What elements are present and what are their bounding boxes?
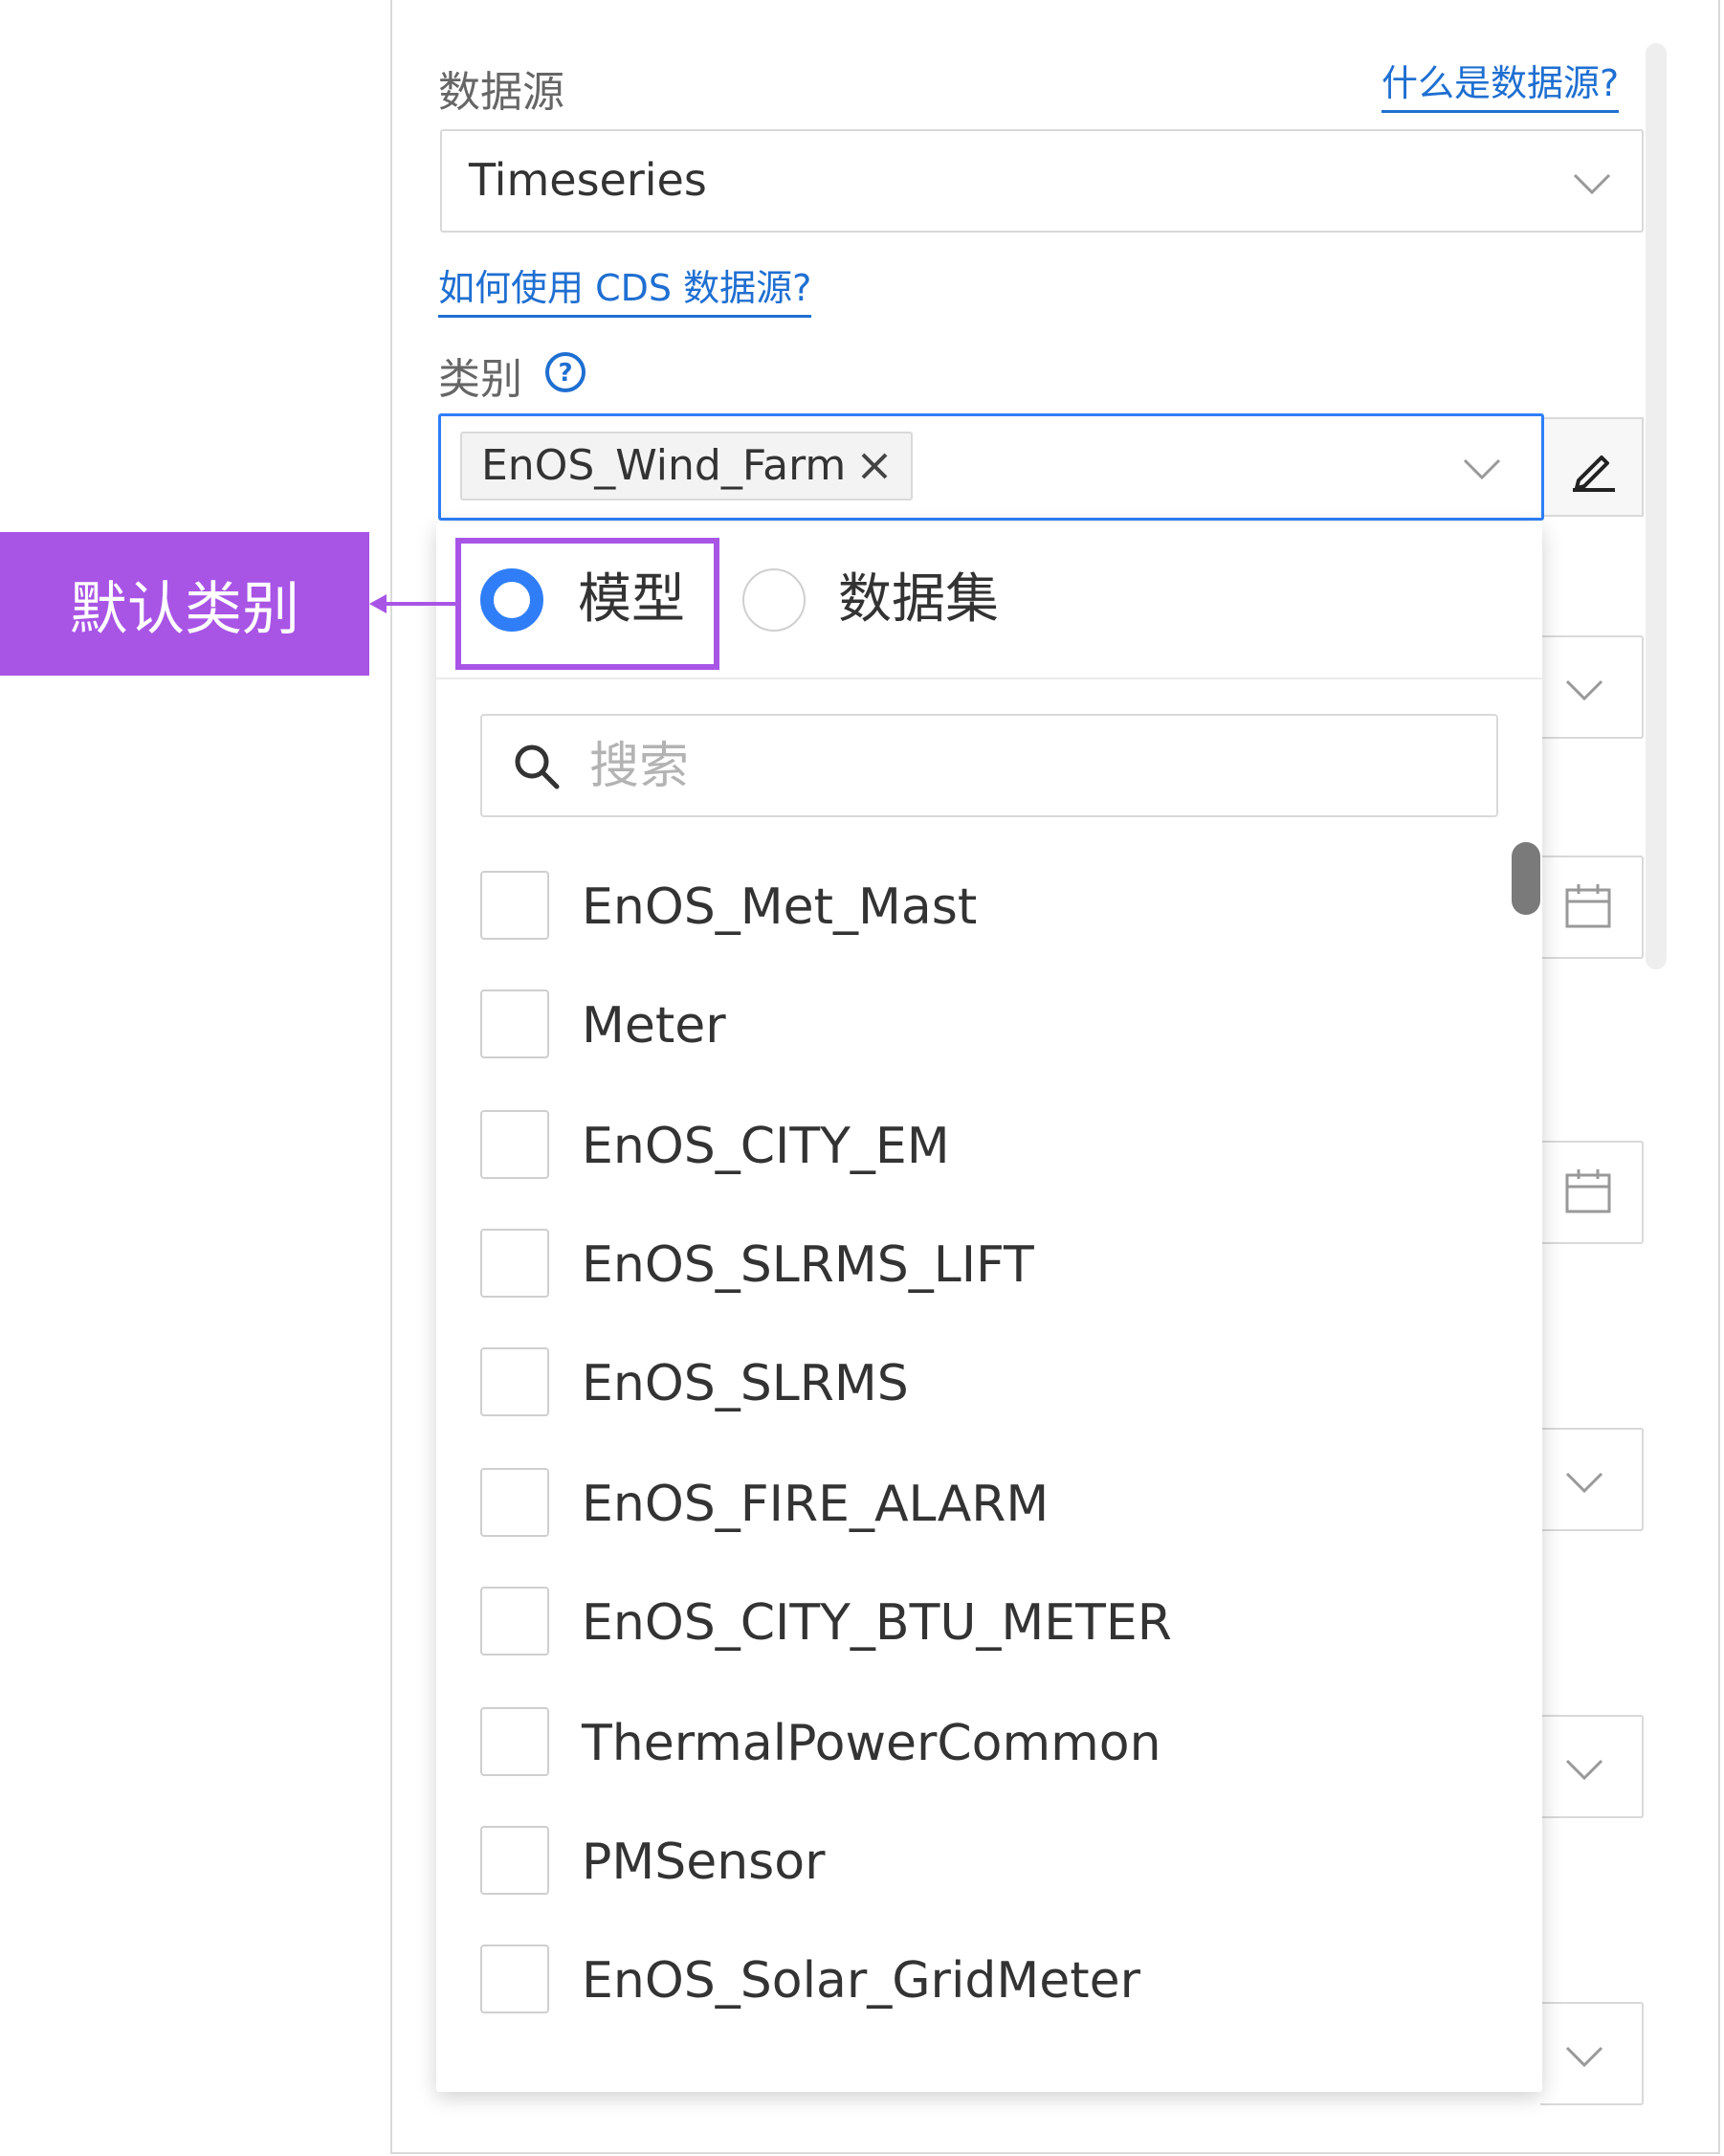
panel-scrollbar[interactable] xyxy=(1646,43,1667,969)
item-checkbox[interactable] xyxy=(480,1826,549,1895)
chevron-down-icon xyxy=(1463,458,1501,480)
edit-button[interactable] xyxy=(1544,417,1644,517)
search-icon xyxy=(515,745,560,789)
list-item[interactable]: EnOS_CITY_EM xyxy=(480,1110,1475,1187)
chevron-down-icon xyxy=(1565,679,1603,701)
category-type-radio-group: 模型 数据集 xyxy=(436,522,1542,679)
item-label: EnOS_FIRE_ALARM xyxy=(582,1476,1050,1533)
list-item[interactable]: EnOS_Met_Mast xyxy=(480,871,1475,947)
cds-datasource-link[interactable]: 如何使用 CDS 数据源? xyxy=(438,258,812,318)
item-label: ThermalPowerCommon xyxy=(582,1715,1161,1772)
item-label: PMSensor xyxy=(582,1834,826,1891)
item-checkbox[interactable] xyxy=(480,1110,549,1179)
hidden-select-3[interactable] xyxy=(1540,1715,1644,1818)
search-box[interactable] xyxy=(480,714,1498,817)
item-checkbox[interactable] xyxy=(480,1587,549,1656)
calendar-icon xyxy=(1565,884,1611,928)
dropdown-scrollbar-thumb[interactable] xyxy=(1512,842,1540,915)
what-is-datasource-link[interactable]: 什么是数据源? xyxy=(1381,54,1620,113)
list-item[interactable]: EnOS_Solar_GridMeter xyxy=(480,1945,1475,2021)
item-label: EnOS_CITY_BTU_METER xyxy=(582,1594,1172,1652)
close-icon[interactable] xyxy=(857,449,892,483)
category-label: 类别 xyxy=(438,355,522,404)
hidden-select-4[interactable] xyxy=(1540,2002,1644,2105)
category-select[interactable]: EnOS_Wind_Farm xyxy=(438,413,1544,521)
item-checkbox[interactable] xyxy=(480,989,549,1058)
item-label: EnOS_Solar_GridMeter xyxy=(582,1952,1141,2010)
chevron-down-icon xyxy=(1573,173,1611,195)
item-checkbox[interactable] xyxy=(480,871,549,940)
item-label: EnOS_SLRMS_LIFT xyxy=(582,1236,1034,1294)
radio-dataset-label[interactable]: 数据集 xyxy=(838,568,999,632)
datasource-select[interactable]: Timeseries xyxy=(440,129,1644,233)
list-item[interactable]: ThermalPowerCommon xyxy=(480,1707,1475,1784)
help-circle-icon[interactable]: ? xyxy=(543,350,587,394)
tag-label: EnOS_Wind_Farm xyxy=(481,441,847,490)
chevron-down-icon xyxy=(1565,2046,1603,2068)
datasource-label: 数据源 xyxy=(438,68,564,117)
item-checkbox[interactable] xyxy=(480,1707,549,1776)
item-label: Meter xyxy=(582,997,726,1055)
radio-model-label[interactable]: 模型 xyxy=(578,568,685,632)
list-item[interactable]: EnOS_CITY_BTU_METER xyxy=(480,1587,1475,1663)
pencil-icon xyxy=(1573,456,1615,492)
hidden-select-2[interactable] xyxy=(1540,1428,1644,1531)
calendar-icon xyxy=(1565,1169,1611,1213)
start-date-field[interactable] xyxy=(1540,856,1644,959)
radio-model[interactable] xyxy=(480,568,543,632)
item-checkbox[interactable] xyxy=(480,1468,549,1537)
list-item[interactable]: PMSensor xyxy=(480,1826,1475,1902)
list-item[interactable]: EnOS_SLRMS xyxy=(480,1347,1475,1424)
chevron-down-icon xyxy=(1565,1472,1603,1494)
annotation-arrow-icon xyxy=(369,594,459,613)
item-checkbox[interactable] xyxy=(480,1945,549,2013)
item-checkbox[interactable] xyxy=(480,1347,549,1416)
end-date-field[interactable] xyxy=(1540,1141,1644,1244)
list-item[interactable]: EnOS_SLRMS_LIFT xyxy=(480,1229,1475,1305)
item-label: EnOS_CITY_EM xyxy=(582,1118,950,1175)
item-checkbox[interactable] xyxy=(480,1229,549,1298)
category-dropdown: 模型 数据集 EnOS_Met_Mast Meter EnOS_CITY_EM … xyxy=(436,522,1542,2092)
list-item[interactable]: Meter xyxy=(480,989,1475,1066)
item-label: EnOS_Met_Mast xyxy=(582,878,978,936)
search-input[interactable] xyxy=(587,729,1452,804)
annotation-callout: 默认类别 xyxy=(0,532,369,676)
datasource-value: Timeseries xyxy=(469,154,707,206)
hidden-select-1[interactable] xyxy=(1540,635,1644,739)
list-item[interactable]: EnOS_FIRE_ALARM xyxy=(480,1468,1475,1545)
item-label: EnOS_SLRMS xyxy=(582,1355,909,1412)
annotation-label: 默认类别 xyxy=(70,575,299,643)
selected-category-tag: EnOS_Wind_Farm xyxy=(460,432,914,500)
chevron-down-icon xyxy=(1565,1759,1603,1781)
radio-dataset[interactable] xyxy=(742,568,806,632)
svg-text:?: ? xyxy=(558,359,572,388)
